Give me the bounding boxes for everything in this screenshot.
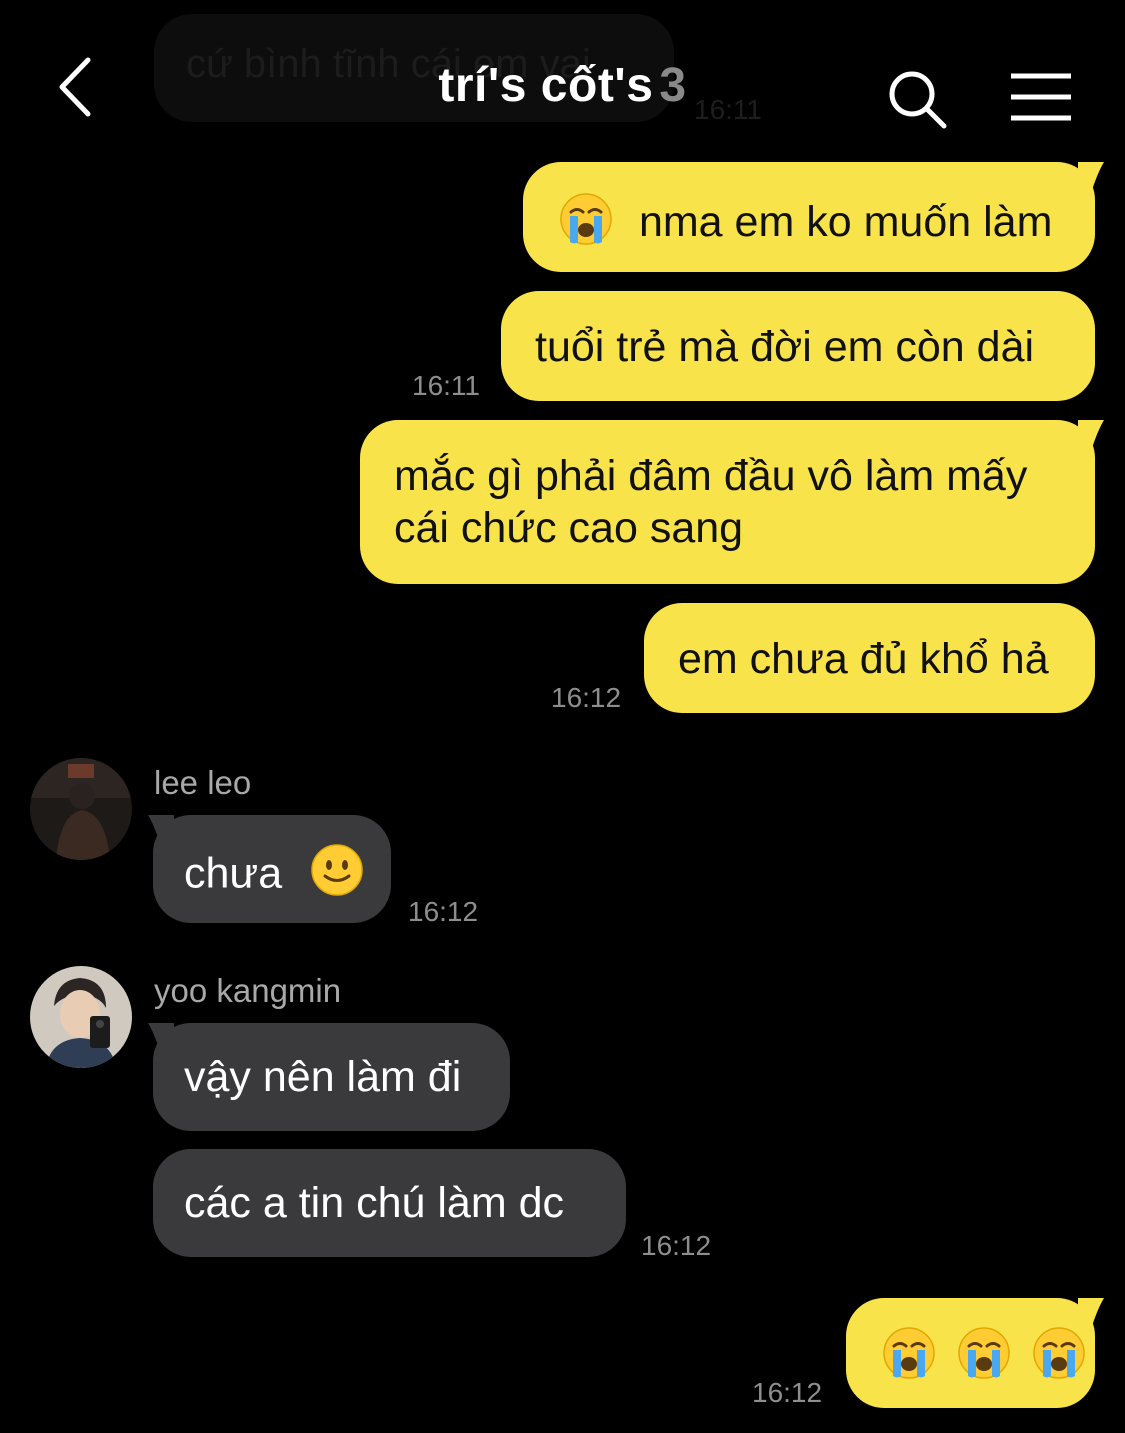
bubble-tail — [1078, 1298, 1104, 1326]
message-time: 16:12 — [408, 896, 479, 927]
message-time: 16:12 — [641, 1230, 712, 1261]
outgoing-message[interactable]: mắc gì phải đâm đầu vô làm mấy cái chức … — [360, 420, 1095, 584]
sender-name: lee leo — [154, 764, 252, 801]
bubble-tail — [1078, 162, 1104, 190]
outgoing-message[interactable] — [846, 1298, 1095, 1408]
avatar-yoo-kangmin[interactable] — [30, 966, 132, 1068]
slightly-smiling-face-icon — [310, 843, 364, 909]
message-text: em chưa đủ khổ hả — [678, 635, 1049, 683]
loudly-crying-face-icon — [957, 1326, 1011, 1392]
message-text: nma em ko muốn làm — [638, 198, 1053, 247]
outgoing-message[interactable]: em chưa đủ khổ hả — [644, 603, 1095, 713]
sender-name: yoo kangmin — [154, 972, 342, 1009]
message-text: vậy nên làm đi — [184, 1053, 462, 1101]
outgoing-message[interactable]: tuổi trẻ mà đời em còn dài — [501, 291, 1095, 401]
loudly-crying-face-icon — [559, 192, 613, 258]
loudly-crying-face-icon — [882, 1326, 936, 1392]
menu-icon — [1011, 73, 1071, 121]
incoming-message[interactable]: chưa — [153, 815, 391, 923]
search-icon — [889, 71, 947, 129]
message-time: 16:12 — [752, 1377, 823, 1408]
member-count: 3 — [659, 59, 687, 112]
incoming-message[interactable]: vậy nên làm đi — [153, 1023, 510, 1131]
avatar-lee-leo[interactable] — [30, 758, 132, 860]
message-time: 16:12 — [551, 682, 622, 713]
message-text: tuổi trẻ mà đời em còn dài — [535, 323, 1035, 371]
incoming-message[interactable]: các a tin chú làm dc — [153, 1149, 626, 1257]
message-text: chưa — [184, 849, 283, 898]
loudly-crying-face-icon — [1032, 1326, 1086, 1392]
menu-button[interactable] — [1006, 70, 1076, 126]
chat-title-text: trí's cốt's — [438, 59, 654, 112]
message-text-line-2: cái chức cao sang — [394, 504, 744, 552]
outgoing-message[interactable]: nma em ko muốn làm — [523, 162, 1095, 272]
message-text-line-1: mắc gì phải đâm đầu vô làm mấy — [394, 452, 1028, 500]
bubble-tail — [1078, 420, 1104, 448]
chat-title: trí's cốt's 3 — [0, 58, 1125, 113]
message-text: các a tin chú làm dc — [184, 1179, 565, 1227]
search-button[interactable] — [884, 66, 954, 136]
message-time: 16:11 — [412, 370, 480, 401]
